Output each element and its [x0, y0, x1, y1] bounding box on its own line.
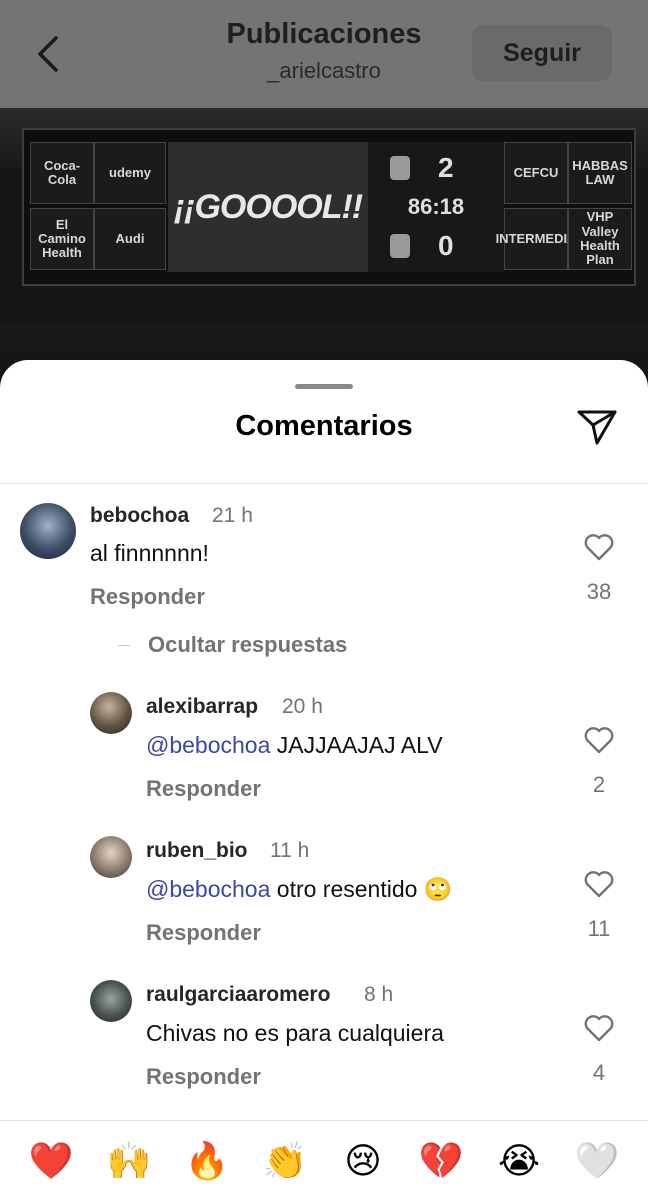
drag-handle[interactable]: [295, 384, 353, 389]
loudly-crying-face-emoji-icon[interactable]: 😭: [496, 1138, 542, 1184]
reply-item: raulgarciaaromero 8 h Chivas no es para …: [0, 978, 648, 1098]
avatar[interactable]: [90, 692, 132, 734]
comment-username[interactable]: bebochoa: [90, 504, 189, 528]
ad-panel: CEFCU: [504, 142, 568, 204]
comment-username[interactable]: raulgarciaaromero: [146, 983, 330, 1007]
top-header: Publicaciones _arielcastro Seguir: [0, 0, 648, 108]
ad-panel: El Camino Health: [30, 208, 94, 270]
reply-item: alexibarrap 20 h @bebochoa JAJJAAJAJ ALV…: [0, 690, 648, 810]
stadium-scoreboard: Coca-Cola udemy El Camino Health Audi ¡¡…: [22, 128, 636, 286]
ad-panel: HABBAS LAW: [568, 142, 632, 204]
away-team-crest-icon: [390, 234, 410, 258]
score-panel: 2 86:18 0: [368, 142, 504, 272]
comments-sheet: Comentarios bebochoa 21 h al finnnnnn! R…: [0, 360, 648, 1200]
white-heart-emoji-icon[interactable]: 🤍: [574, 1138, 620, 1184]
comment-time: 20 h: [282, 695, 323, 718]
divider: [118, 645, 130, 646]
ad-panel: Audi: [94, 208, 166, 270]
heart-icon[interactable]: [584, 870, 614, 898]
like-count: 11: [587, 916, 611, 941]
like-count: 4: [592, 1060, 606, 1085]
reply-item: ruben_bio 11 h @bebochoa otro resentido …: [0, 834, 648, 954]
share-button[interactable]: [576, 408, 618, 446]
crying-face-emoji-icon[interactable]: 😢: [340, 1138, 386, 1184]
reply-button[interactable]: Responder: [146, 920, 261, 946]
comment-text: @bebochoa JAJJAAJAJ ALV: [146, 732, 443, 759]
match-clock: 86:18: [407, 194, 465, 219]
heart-icon[interactable]: [584, 533, 614, 561]
fire-emoji-icon[interactable]: 🔥: [184, 1138, 230, 1184]
comment-username[interactable]: ruben_bio: [146, 839, 248, 863]
heart-icon[interactable]: [584, 726, 614, 754]
home-team-crest-icon: [390, 156, 410, 180]
comment-body: JAJJAAJAJ ALV: [270, 732, 443, 758]
comment-text: al finnnnnn!: [90, 540, 209, 566]
heart-icon[interactable]: [584, 1014, 614, 1042]
sheet-title: Comentarios: [235, 410, 413, 442]
goal-banner: ¡¡GOOOOL!!: [168, 142, 368, 272]
clapping-hands-emoji-icon[interactable]: 👏: [262, 1138, 308, 1184]
follow-button[interactable]: Seguir: [472, 25, 612, 81]
ad-panel: Coca-Cola: [30, 142, 94, 204]
raised-hands-emoji-icon[interactable]: 🙌: [106, 1138, 152, 1184]
ad-panel: VHP Valley Health Plan: [568, 208, 632, 270]
red-heart-emoji-icon[interactable]: ❤️: [28, 1138, 74, 1184]
ad-panel: INTERMEDIA: [496, 208, 576, 270]
away-score: 0: [438, 230, 454, 261]
broken-heart-emoji-icon[interactable]: 💔: [418, 1138, 464, 1184]
avatar[interactable]: [20, 503, 76, 559]
mention-link[interactable]: @bebochoa: [146, 876, 270, 902]
mention-link[interactable]: @bebochoa: [146, 732, 270, 758]
reply-button[interactable]: Responder: [90, 584, 205, 610]
comment-time: 21 h: [212, 504, 253, 527]
reply-button[interactable]: Responder: [146, 1064, 261, 1090]
ad-panel: udemy: [94, 142, 166, 204]
comment-text: Chivas no es para cualquiera: [146, 1020, 444, 1046]
comment-time: 11 h: [270, 839, 310, 862]
send-icon: [577, 410, 617, 445]
emoji-quick-bar: ❤️ 🙌 🔥 👏 😢 💔 😭 🤍: [0, 1121, 648, 1200]
home-score: 2: [438, 152, 454, 183]
comment-text: @bebochoa otro resentido 🙄: [146, 876, 452, 903]
reply-button[interactable]: Responder: [146, 776, 261, 802]
avatar[interactable]: [90, 836, 132, 878]
comment-username[interactable]: alexibarrap: [146, 695, 258, 719]
like-count: 2: [592, 772, 606, 797]
divider: [0, 483, 648, 484]
comment-item: bebochoa 21 h al finnnnnn! Responder 38: [0, 498, 648, 618]
comment-body: otro resentido 🙄: [270, 876, 453, 902]
comment-time: 8 h: [364, 983, 394, 1006]
avatar[interactable]: [90, 980, 132, 1022]
like-count: 38: [586, 579, 612, 604]
hide-replies-label[interactable]: Ocultar respuestas: [148, 632, 347, 658]
